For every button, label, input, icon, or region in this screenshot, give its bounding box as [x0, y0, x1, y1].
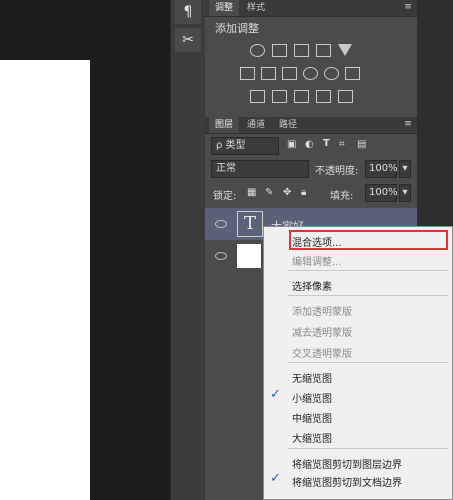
tab-paths[interactable]: 路径: [273, 117, 303, 133]
pixel-filter-icon[interactable]: ▣: [287, 139, 296, 150]
menu-item-large-thumbnails[interactable]: 大缩览图: [292, 430, 332, 445]
adjustments-title: 添加调整: [215, 22, 259, 35]
menu-separator: [288, 270, 448, 271]
vibrance-icon[interactable]: [338, 44, 352, 56]
tools-icon[interactable]: ✂: [175, 28, 201, 52]
menu-separator: [288, 295, 448, 296]
menu-separator: [288, 448, 448, 449]
tab-channels[interactable]: 通道: [241, 117, 271, 133]
menu-separator: [288, 362, 448, 363]
background-layer-thumbnail: [237, 244, 261, 268]
layers-tabbar: 图层 通道 路径 ≡: [205, 117, 417, 134]
menu-item-clip-thumbnails-to-layer[interactable]: 将缩览图剪切到图层边界: [292, 456, 402, 471]
curves-icon[interactable]: [294, 44, 309, 57]
opacity-input[interactable]: 100%: [365, 160, 398, 178]
lock-image-icon[interactable]: ✎: [265, 187, 273, 198]
menu-item-clip-thumbnails-to-document[interactable]: 将缩览图剪切到文档边界: [292, 474, 402, 489]
tab-layers[interactable]: 图层: [209, 117, 240, 133]
layer-context-menu: 混合选项... 编辑调整... 选择像素 添加透明蒙版 减去透明蒙版 交叉透明蒙…: [263, 226, 453, 500]
menu-item-select-pixels[interactable]: 选择像素: [292, 278, 332, 293]
tab-adjustments[interactable]: 调整: [209, 0, 240, 16]
channel-mixer-icon[interactable]: [324, 67, 339, 80]
tab-styles[interactable]: 样式: [241, 0, 271, 16]
threshold-icon[interactable]: [294, 90, 309, 103]
menu-item-add-transparency-mask[interactable]: 添加透明蒙版: [292, 303, 352, 318]
menu-item-small-thumbnails[interactable]: 小缩览图: [292, 390, 332, 405]
hue-saturation-icon[interactable]: [240, 67, 255, 80]
menu-item-blending-options[interactable]: 混合选项...: [292, 234, 342, 249]
fill-label: 填充:: [330, 191, 354, 202]
panel-icon-strip: ¶ ✂: [170, 0, 207, 500]
checkmark-icon: ✓: [270, 471, 281, 486]
fill-dropdown-icon[interactable]: ▾: [399, 184, 411, 202]
opacity-label: 不透明度:: [315, 166, 359, 177]
selective-color-icon[interactable]: [316, 90, 331, 103]
checkmark-icon: ✓: [270, 387, 281, 402]
black-white-icon[interactable]: [282, 67, 297, 80]
panel-menu-icon[interactable]: ≡: [402, 2, 414, 13]
shape-filter-icon[interactable]: ⌗: [339, 139, 345, 150]
adjustments-tabbar: 调整 样式 ≡: [205, 0, 417, 17]
fill-input[interactable]: 100%: [365, 184, 398, 202]
posterize-icon[interactable]: [272, 90, 287, 103]
visibility-eye-icon[interactable]: [215, 252, 227, 260]
lock-position-icon[interactable]: ✥: [283, 187, 291, 198]
menu-item-intersect-transparency-mask[interactable]: 交叉透明蒙版: [292, 345, 352, 360]
lock-all-icon[interactable]: 🔒︎: [301, 187, 306, 198]
levels-icon[interactable]: [272, 44, 287, 57]
type-filter-icon[interactable]: T: [323, 138, 330, 149]
adjustment-filter-icon[interactable]: ◐: [305, 139, 314, 150]
exposure-icon[interactable]: [316, 44, 331, 57]
document-canvas[interactable]: [0, 60, 90, 500]
invert-icon[interactable]: [250, 90, 265, 103]
smart-object-filter-icon[interactable]: ▤: [357, 139, 366, 150]
menu-item-no-thumbnails[interactable]: 无缩览图: [292, 370, 332, 385]
color-balance-icon[interactable]: [261, 67, 276, 80]
text-layer-thumbnail: T: [237, 211, 263, 237]
color-lookup-icon[interactable]: [345, 67, 360, 80]
visibility-eye-icon[interactable]: [215, 220, 227, 228]
lock-transparent-icon[interactable]: ▦: [247, 187, 256, 198]
menu-item-medium-thumbnails[interactable]: 中缩览图: [292, 410, 332, 425]
paragraph-icon[interactable]: ¶: [175, 0, 201, 24]
photo-filter-icon[interactable]: [303, 67, 318, 80]
layers-panel-menu-icon[interactable]: ≡: [402, 119, 414, 130]
blend-mode-select[interactable]: 正常: [211, 160, 309, 178]
gradient-map-icon[interactable]: [338, 90, 353, 103]
brightness-contrast-icon[interactable]: [250, 44, 265, 57]
menu-item-subtract-transparency-mask[interactable]: 减去透明蒙版: [292, 324, 352, 339]
menu-item-edit-adjustment[interactable]: 编辑调整...: [292, 253, 342, 268]
layer-filter-select[interactable]: ρ 类型: [211, 137, 279, 155]
lock-label: 锁定:: [213, 191, 237, 202]
opacity-dropdown-icon[interactable]: ▾: [399, 160, 411, 178]
